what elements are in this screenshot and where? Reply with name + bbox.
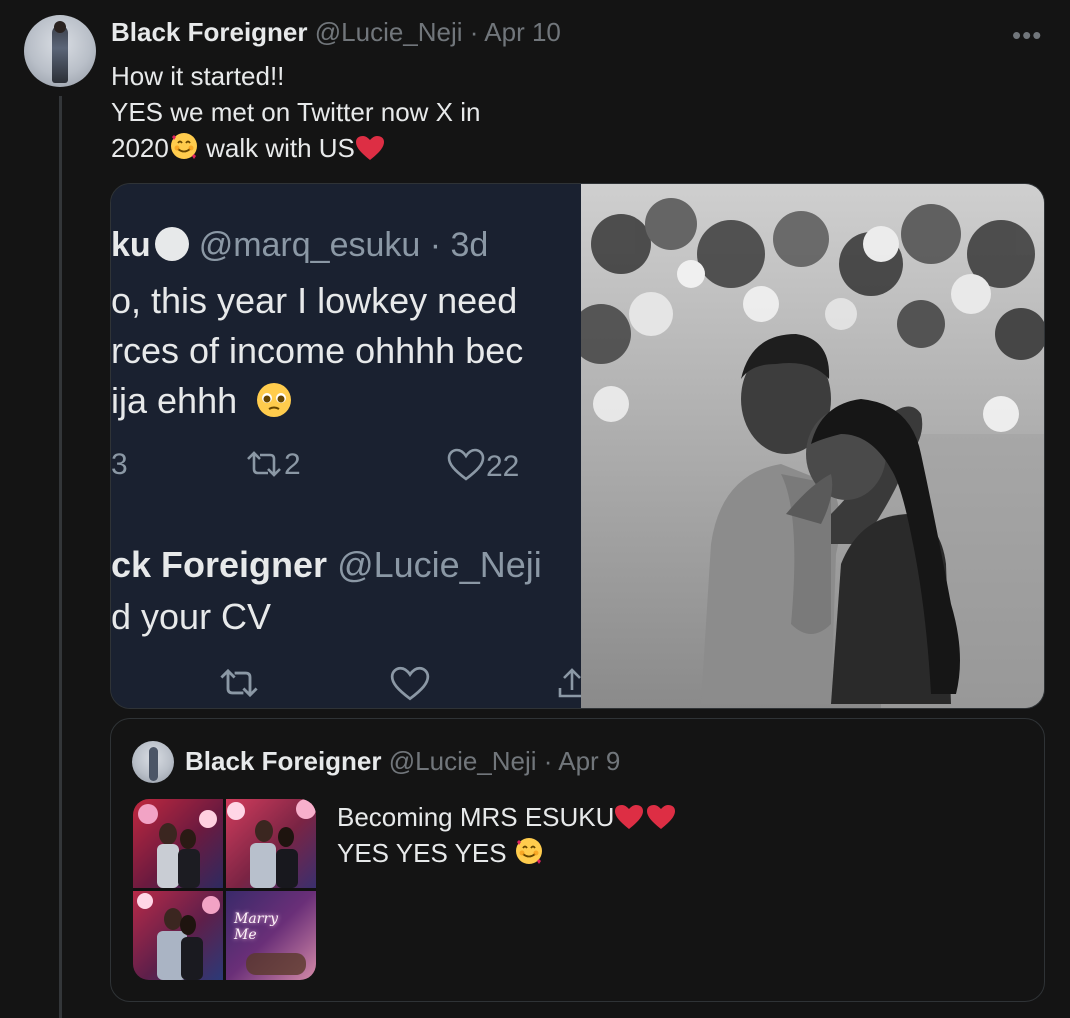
quote-author-name[interactable]: Black Foreigner (185, 746, 382, 776)
quote-date[interactable]: · Apr 9 (544, 746, 621, 776)
quote-photo-3-illustration (137, 893, 220, 980)
screenshot-retweet: 2 (244, 448, 301, 482)
screenshot-line-2: rces of income ohhhh bec (111, 330, 524, 371)
heart-emoji-icon (647, 805, 676, 829)
screenshot-name-fragment: ku (111, 226, 151, 264)
tweet-line-1: How it started!! (111, 61, 285, 91)
quote-text: Becoming MRS ESUKU YES YES YES (337, 799, 676, 871)
media-attachment[interactable]: ku @marq_esuku · 3d o, this year I lowkey… (110, 183, 1045, 709)
quote-photo-4-hands (246, 953, 306, 975)
quote-avatar-figure (149, 747, 158, 781)
quote-photo-grid[interactable]: Marry Me (133, 799, 316, 980)
quote-photo-4[interactable]: Marry Me (226, 891, 316, 980)
tweet-header: Black Foreigner @Lucie_Neji · Apr 10 (111, 17, 561, 48)
white-circle-icon (154, 227, 189, 261)
like-icon (390, 666, 430, 701)
avatar[interactable] (24, 15, 96, 87)
marry-me-neon-sign: Marry Me (234, 911, 278, 943)
thread-line (59, 96, 62, 1018)
screenshot-line-3: ija ehhh (111, 380, 293, 422)
quote-avatar[interactable] (132, 741, 174, 783)
quote-photo-1[interactable] (133, 799, 223, 888)
quote-line-2: YES YES YES (337, 835, 676, 871)
quote-author-handle[interactable]: @Lucie_Neji (389, 746, 537, 776)
quote-line-1: Becoming MRS ESUKU (337, 799, 676, 835)
tweet-year: 2020 (111, 133, 169, 163)
tweet-line-3: 2020 walk with US (111, 130, 480, 166)
screenshot-reply-count: 3 (111, 448, 128, 481)
author-handle[interactable]: @Lucie_Neji (315, 17, 463, 47)
tweet-date[interactable]: Apr 10 (484, 17, 561, 47)
smiling-face-hearts-icon (515, 838, 542, 864)
like-icon (447, 448, 485, 481)
quote-photo-2-illustration (227, 799, 316, 888)
screenshot-like: 22 (446, 448, 519, 484)
quote-photo-2[interactable] (226, 799, 316, 888)
couple-photo[interactable] (581, 184, 1044, 708)
heart-emoji-icon (355, 136, 384, 160)
screenshot-line-3-text: ija ehhh (111, 380, 238, 421)
quote-photo-1-illustration (138, 804, 217, 888)
tweet-line-2: YES we met on Twitter now X in (111, 97, 481, 127)
quote-line-2-text: YES YES YES (337, 838, 514, 868)
avatar-head (54, 21, 66, 33)
avatar-figure (52, 25, 68, 83)
screenshot-line-1: o, this year I lowkey need (111, 280, 518, 321)
more-icon[interactable]: ••• (1012, 20, 1042, 51)
share-icon (558, 668, 581, 698)
heart-emoji-icon (615, 805, 644, 829)
quote-header: Black Foreigner @Lucie_Neji · Apr 9 (185, 746, 620, 777)
quote-line-1-text: Becoming MRS ESUKU (337, 802, 615, 832)
retweet-icon (247, 451, 281, 477)
tweet-walk: walk with US (206, 133, 355, 163)
tweet-text: How it started!! YES we met on Twitter n… (111, 58, 480, 166)
couple-photo-illustration (581, 184, 1044, 708)
screenshot-reply-author: ck Foreigner (111, 544, 328, 585)
screenshot-handle-line: ku @marq_esuku · 3d (111, 226, 488, 265)
screenshot-reply-line: d your CV (111, 596, 272, 637)
screenshot-retweet-count: 2 (284, 448, 301, 481)
screenshot-handle: @marq_esuku · 3d (198, 226, 489, 264)
screenshot-like-count: 22 (486, 450, 520, 483)
quote-photo-3[interactable] (133, 891, 223, 980)
screenshot-reply-handle: @Lucie_Neji (337, 544, 542, 585)
date-separator: · (469, 17, 479, 47)
screenshot-reply-header: ck Foreigner @Lucie_Neji (111, 544, 542, 586)
quoted-tweet[interactable]: Black Foreigner @Lucie_Neji · Apr 9 Marr… (110, 718, 1045, 1002)
smiling-face-hearts-icon (170, 133, 197, 159)
tweet-screenshot-image[interactable]: ku @marq_esuku · 3d o, this year I lowkey… (111, 184, 581, 708)
pleading-face-icon (257, 383, 292, 417)
author-name[interactable]: Black Foreigner (111, 17, 308, 47)
retweet-icon (220, 668, 258, 698)
